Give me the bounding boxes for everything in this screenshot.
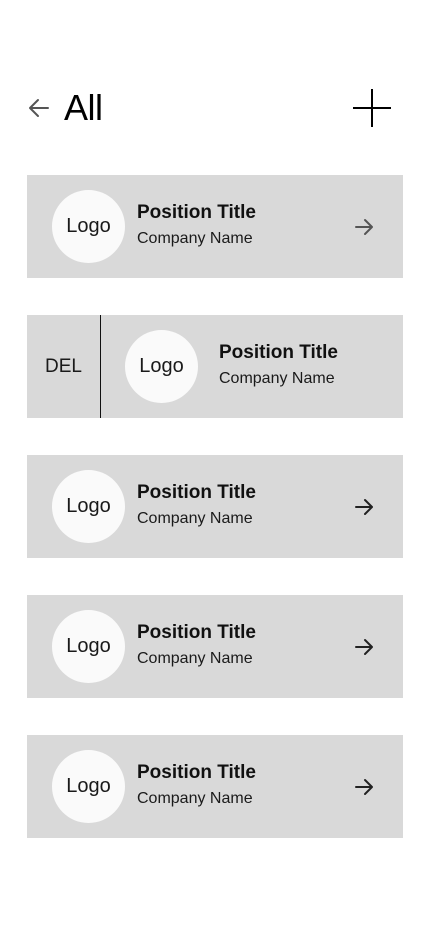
arrow-right-icon[interactable]: [352, 495, 376, 519]
company-name: Company Name: [137, 650, 253, 667]
position-title: Position Title: [137, 622, 256, 643]
delete-button[interactable]: DEL: [27, 315, 100, 418]
add-button[interactable]: [350, 86, 394, 130]
arrow-right-icon[interactable]: [352, 635, 376, 659]
arrow-right-icon[interactable]: [352, 215, 376, 239]
card-text: Position Title Company Name: [137, 622, 256, 668]
company-name: Company Name: [219, 370, 335, 387]
job-card[interactable]: Logo Position Title Company Name: [27, 735, 403, 838]
card-text: Position Title Company Name: [137, 202, 256, 248]
position-title: Position Title: [137, 202, 256, 223]
position-title: Position Title: [137, 762, 256, 783]
card-text: Position Title Company Name: [219, 342, 338, 388]
company-logo: Logo: [52, 470, 125, 543]
divider: [100, 315, 101, 418]
company-logo: Logo: [52, 610, 125, 683]
card-text: Position Title Company Name: [137, 762, 256, 808]
card-text: Position Title Company Name: [137, 482, 256, 528]
company-name: Company Name: [137, 230, 253, 247]
position-title: Position Title: [137, 482, 256, 503]
company-logo: Logo: [52, 750, 125, 823]
job-card[interactable]: Logo Position Title Company Name: [27, 595, 403, 698]
header: All: [0, 80, 430, 140]
arrow-left-icon: [29, 99, 49, 117]
job-card[interactable]: Logo Position Title Company Name: [27, 455, 403, 558]
plus-icon: [353, 89, 391, 127]
company-logo: Logo: [125, 330, 198, 403]
back-button[interactable]: [26, 94, 54, 122]
company-logo: Logo: [52, 190, 125, 263]
page-title: All: [64, 87, 103, 128]
position-title: Position Title: [219, 342, 338, 363]
arrow-right-icon[interactable]: [352, 775, 376, 799]
company-name: Company Name: [137, 510, 253, 527]
job-card-swiped[interactable]: DEL Logo Position Title Company Name: [27, 315, 403, 418]
company-name: Company Name: [137, 790, 253, 807]
job-card[interactable]: Logo Position Title Company Name: [27, 175, 403, 278]
